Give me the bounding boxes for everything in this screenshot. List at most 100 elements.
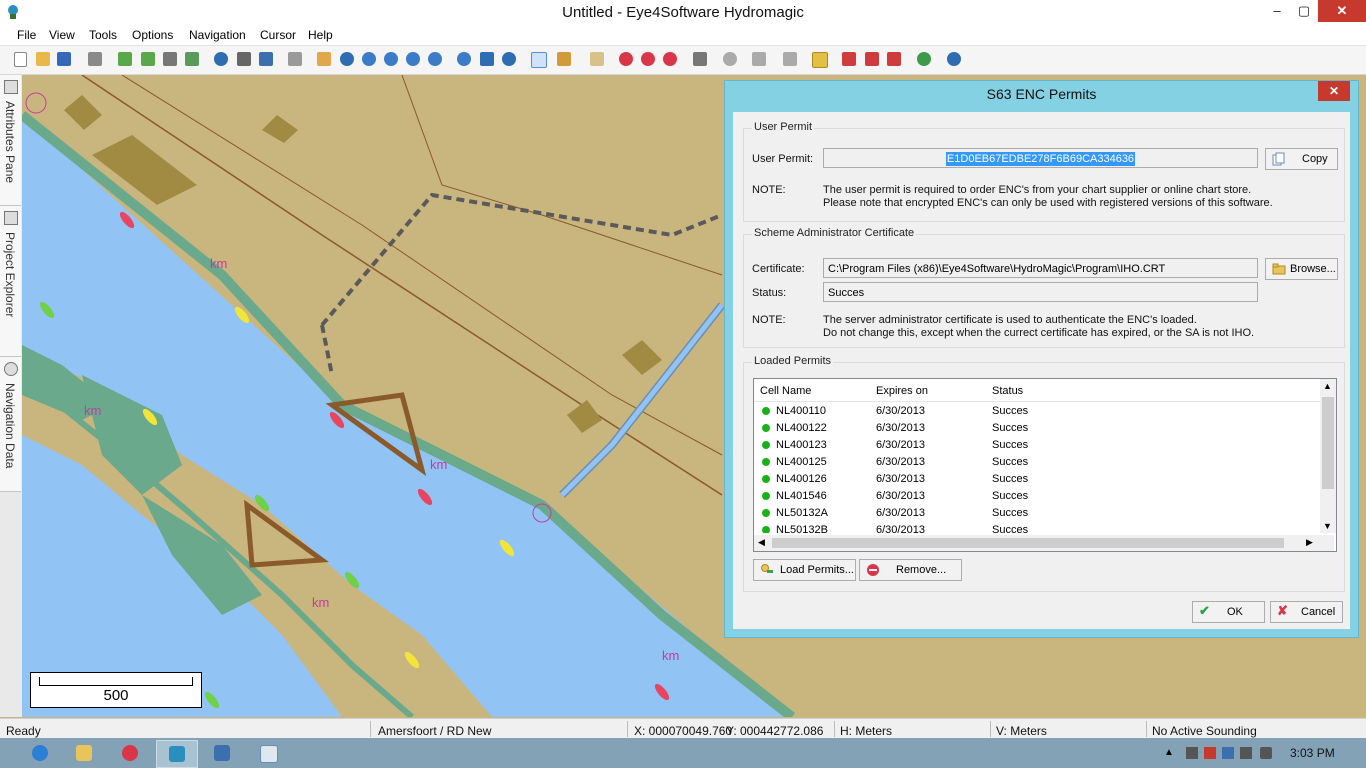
close-button[interactable]: ✕: [1318, 0, 1366, 22]
tools-icon[interactable]: [692, 51, 708, 67]
grid-icon[interactable]: [162, 51, 178, 67]
status-h-units: H: Meters: [840, 724, 893, 738]
add-layer-icon[interactable]: [140, 51, 156, 67]
scroll-down-icon[interactable]: ▼: [1323, 521, 1332, 531]
open-icon[interactable]: [35, 51, 51, 67]
table-row[interactable]: NL400126 6/30/2013 Succes: [754, 471, 1320, 488]
zoom-fit-icon[interactable]: [405, 51, 421, 67]
app-red-icon[interactable]: [110, 740, 150, 766]
monitor-icon[interactable]: [258, 51, 274, 67]
table-row[interactable]: NL400123 6/30/2013 Succes: [754, 437, 1320, 454]
status-ok-icon: [762, 492, 770, 500]
tab-attributes-pane[interactable]: Attributes Pane: [0, 75, 21, 206]
user-permit-field[interactable]: E1D0EB67EDBE278F6B69CA334636: [823, 148, 1258, 168]
header-cell-name[interactable]: Cell Name: [760, 385, 811, 397]
table-row[interactable]: NL401546 6/30/2013 Succes: [754, 488, 1320, 505]
notepad-icon[interactable]: [248, 740, 288, 766]
browse-button[interactable]: Browse...: [1265, 258, 1338, 280]
route-c-icon[interactable]: [886, 51, 902, 67]
flag-icon[interactable]: [1204, 747, 1216, 759]
globe-icon[interactable]: [213, 51, 229, 67]
route-a-icon[interactable]: [841, 51, 857, 67]
target-b-icon[interactable]: [640, 51, 656, 67]
menu-tools[interactable]: Tools: [89, 28, 117, 42]
zoom-out-icon[interactable]: [383, 51, 399, 67]
record-icon[interactable]: [722, 51, 738, 67]
header-status[interactable]: Status: [992, 385, 1023, 397]
table-row[interactable]: NL400125 6/30/2013 Succes: [754, 454, 1320, 471]
dialog-close-button[interactable]: ✕: [1318, 81, 1350, 101]
chart-settings-icon[interactable]: [916, 51, 932, 67]
scroll-up-icon[interactable]: ▲: [1323, 381, 1332, 391]
vertical-scrollbar[interactable]: ▲ ▼: [1320, 379, 1336, 533]
measure-icon[interactable]: [556, 51, 572, 67]
north-up-icon[interactable]: [479, 51, 495, 67]
remove-button[interactable]: Remove...: [859, 559, 962, 581]
remote-desktop-icon[interactable]: [202, 740, 242, 766]
maximize-button[interactable]: ▢: [1289, 0, 1319, 22]
certificate-path-field[interactable]: C:\Program Files (x86)\Eye4Software\Hydr…: [823, 258, 1258, 278]
hydromagic-icon[interactable]: [156, 740, 198, 768]
km-label: km: [662, 648, 679, 663]
windows-icon[interactable]: [287, 51, 303, 67]
taskbar-clock[interactable]: 3:03 PM: [1290, 746, 1335, 760]
menu-view[interactable]: View: [49, 28, 75, 42]
rotate-left-icon[interactable]: [456, 51, 472, 67]
move-cursor-icon[interactable]: [530, 51, 547, 68]
copy-button[interactable]: Copy: [1265, 148, 1338, 170]
menu-navigation[interactable]: Navigation: [189, 28, 246, 42]
certificate-note-line2: Do not change this, except when the curr…: [823, 327, 1255, 339]
title-bar: Untitled - Eye4Software Hydromagic – ▢ ✕: [0, 0, 1366, 24]
info-icon[interactable]: [339, 51, 355, 67]
add-chart-icon[interactable]: [117, 51, 133, 67]
minimize-button[interactable]: –: [1262, 0, 1292, 22]
link-icon[interactable]: [184, 51, 200, 67]
alarm-icon[interactable]: [782, 51, 798, 67]
km-label: km: [84, 403, 101, 418]
battery-icon[interactable]: [1240, 747, 1252, 759]
taskbar: ▲ 3:03 PM: [0, 738, 1366, 768]
lock-icon[interactable]: [811, 51, 828, 68]
internet-explorer-icon[interactable]: [20, 740, 60, 766]
menu-file[interactable]: File: [17, 28, 36, 42]
table-row[interactable]: NL50132A 6/30/2013 Succes: [754, 505, 1320, 522]
refresh-icon[interactable]: [501, 51, 517, 67]
vertical-scroll-thumb[interactable]: [1322, 397, 1334, 489]
certificate-note-label: NOTE:: [752, 314, 786, 326]
cancel-button[interactable]: ✘ Cancel: [1270, 601, 1343, 623]
menu-options[interactable]: Options: [132, 28, 173, 42]
table-row[interactable]: NL400110 6/30/2013 Succes: [754, 403, 1320, 420]
header-expires-on[interactable]: Expires on: [876, 385, 928, 397]
menu-help[interactable]: Help: [308, 28, 333, 42]
disk-icon[interactable]: [236, 51, 252, 67]
save-icon[interactable]: [56, 51, 72, 67]
tab-project-explorer[interactable]: Project Explorer: [0, 206, 21, 357]
annotate-icon[interactable]: [589, 51, 605, 67]
tray-arrow-icon[interactable]: ▲: [1164, 747, 1176, 759]
target-a-icon[interactable]: [618, 51, 634, 67]
print-icon[interactable]: [87, 51, 103, 67]
route-b-icon[interactable]: [864, 51, 880, 67]
new-icon[interactable]: [13, 51, 29, 67]
table-row[interactable]: NL50132B 6/30/2013 Succes: [754, 522, 1320, 533]
scroll-left-icon[interactable]: ◀: [758, 537, 765, 548]
file-explorer-icon[interactable]: [64, 740, 104, 766]
display-icon[interactable]: [1222, 747, 1234, 759]
horizontal-scroll-thumb[interactable]: [772, 538, 1284, 548]
zoom-in-icon[interactable]: [361, 51, 377, 67]
zoom-window-icon[interactable]: [427, 51, 443, 67]
menu-cursor[interactable]: Cursor: [260, 28, 296, 42]
pan-hand-icon[interactable]: [316, 51, 332, 67]
permits-list[interactable]: Cell Name Expires on Status NL400110 6/30…: [753, 378, 1337, 552]
target-c-icon[interactable]: [662, 51, 678, 67]
scroll-right-icon[interactable]: ▶: [1306, 537, 1313, 548]
table-row[interactable]: NL400122 6/30/2013 Succes: [754, 420, 1320, 437]
ok-button[interactable]: ✔ OK: [1192, 601, 1265, 623]
help-icon[interactable]: [946, 51, 962, 67]
volume-muted-icon[interactable]: [1260, 747, 1272, 759]
load-permits-button[interactable]: Load Permits...: [753, 559, 856, 581]
lightning-icon[interactable]: [751, 51, 767, 67]
horizontal-scrollbar[interactable]: ◀ ▶: [754, 535, 1334, 551]
network-icon[interactable]: [1186, 747, 1198, 759]
tab-navigation-data[interactable]: Navigation Data: [0, 357, 21, 492]
